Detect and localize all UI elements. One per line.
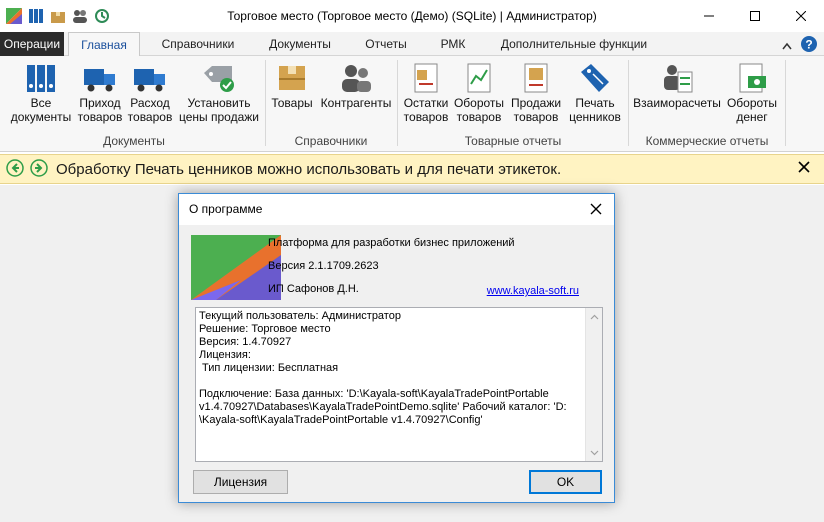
dialog-title-bar: О программе [179,194,614,225]
mutual-settlements-button[interactable]: Взаиморасчеты [632,60,722,110]
goods-in-label: Приход товаров [77,96,123,124]
sales-report-icon [508,60,564,96]
binders-icon [6,60,76,96]
info-textbox[interactable]: Текущий пользователь: Администратор Решен… [195,307,603,462]
about-dialog: О программе Платформа для разработки биз… [178,193,615,503]
scroll-down-icon[interactable] [586,444,603,461]
contractors-label: Контрагенты [320,96,392,110]
info-line: \Kayala-soft\KayalaTradePointPortable v1… [199,414,483,426]
tab-operations[interactable]: Операции [0,32,64,56]
money-turnover-button[interactable]: Обороты денег [724,60,780,124]
set-prices-button[interactable]: Установить цены продажи [176,60,262,124]
all-documents-button[interactable]: Все документы [6,60,76,124]
history-icon[interactable] [94,8,110,24]
tab-directories[interactable]: Справочники [148,32,248,56]
website-link[interactable]: www.kayala-soft.ru [487,285,579,297]
vertical-scrollbar[interactable] [585,308,602,461]
tab-main[interactable]: Главная [68,32,140,57]
help-icon[interactable]: ? [800,35,818,56]
stock-label: Остатки товаров [403,96,449,124]
collapse-ribbon-icon[interactable] [782,39,792,53]
ribbon-tabs: Операции Главная Справочники Документы О… [0,32,824,57]
dialog-close-button[interactable] [584,198,608,220]
truck-in-icon [76,60,124,96]
tab-additional[interactable]: Дополнительные функции [492,32,656,56]
platform-text: Платформа для разработки бизнес приложен… [268,237,515,249]
truck-out-icon [126,60,174,96]
price-tag-check-icon [176,60,262,96]
all-documents-label: Все документы [10,96,72,124]
maximize-button[interactable] [732,0,778,32]
info-line: Версия: 1.4.70927 [199,336,292,348]
people-icon [318,60,394,96]
tab-documents[interactable]: Документы [260,32,340,56]
info-text: Текущий пользователь: Администратор Решен… [199,310,585,427]
info-line: Решение: Торговое место [199,323,331,335]
money-report-icon [724,60,780,96]
group-separator [265,60,266,146]
info-line: Тип лицензии: Бесплатная [199,362,339,374]
sales-label: Продажи товаров [510,96,562,124]
group-label-directories: Справочники [294,134,368,148]
stock-report-icon [401,60,451,96]
minimize-button[interactable] [686,0,732,32]
print-tags-label: Печать ценников [569,96,621,124]
close-infobar-icon[interactable] [798,160,810,178]
close-window-button[interactable] [778,0,824,32]
group-separator [785,60,786,146]
goods-box-icon[interactable] [50,8,66,24]
info-line: Текущий пользователь: Администратор [199,310,401,322]
group-label-commercial-reports: Коммерческие отчеты [645,134,769,148]
next-tip-icon[interactable] [30,158,48,180]
stock-button[interactable]: Остатки товаров [401,60,451,124]
turnover-report-icon [453,60,505,96]
goods-turnover-button[interactable]: Обороты товаров [453,60,505,124]
goods-label: Товары [271,96,313,110]
goods-out-button[interactable]: Расход товаров [126,60,174,124]
price-tags-icon [566,60,624,96]
previous-tip-icon[interactable] [6,158,24,180]
info-bar: Обработку Печать ценников можно использо… [0,154,824,184]
ok-button[interactable]: OK [529,470,602,494]
svg-text:?: ? [805,38,812,52]
quick-access-toolbar [0,8,130,24]
info-line: Подключение: База данных: 'D:\Kayala-sof… [199,388,549,400]
tab-reports[interactable]: Отчеты [356,32,416,56]
print-tags-button[interactable]: Печать ценников [566,60,624,124]
dialog-title: О программе [189,202,263,216]
documents-icon[interactable] [28,8,44,24]
info-line: Лицензия: [199,349,251,361]
app-logo-icon [6,8,22,24]
goods-button[interactable]: Товары [268,60,316,110]
scroll-up-icon[interactable] [586,308,603,325]
goods-in-button[interactable]: Приход товаров [76,60,124,124]
money-turnover-label: Обороты денег [726,96,778,124]
platform-version: Версия 2.1.1709.2623 [268,260,379,272]
goods-turnover-label: Обороты товаров [453,96,505,124]
group-label-goods-reports: Товарные отчеты [464,134,562,148]
settlements-report-icon [632,60,722,96]
info-line: v1.4.70927\Databases\KayalaTradePointDem… [199,401,567,413]
sales-button[interactable]: Продажи товаров [508,60,564,124]
goods-boxes-icon [268,60,316,96]
tab-pos[interactable]: РМК [430,32,476,56]
info-line [199,375,585,388]
ribbon: Все документы Приход товаров Расход това… [0,56,824,152]
group-separator [628,60,629,146]
group-separator [397,60,398,146]
set-prices-label: Установить цены продажи [179,96,259,124]
license-button[interactable]: Лицензия [193,470,288,494]
contractors-button[interactable]: Контрагенты [318,60,394,110]
group-label-documents: Документы [103,134,165,148]
mutual-settlements-label: Взаиморасчеты [633,96,721,110]
goods-out-label: Расход товаров [127,96,173,124]
author-text: ИП Сафонов Д.Н. [268,283,359,295]
info-message: Обработку Печать ценников можно использо… [56,160,562,178]
contractors-icon[interactable] [72,8,88,24]
title-bar: Торговое место (Торговое место (Демо) (S… [0,0,824,32]
